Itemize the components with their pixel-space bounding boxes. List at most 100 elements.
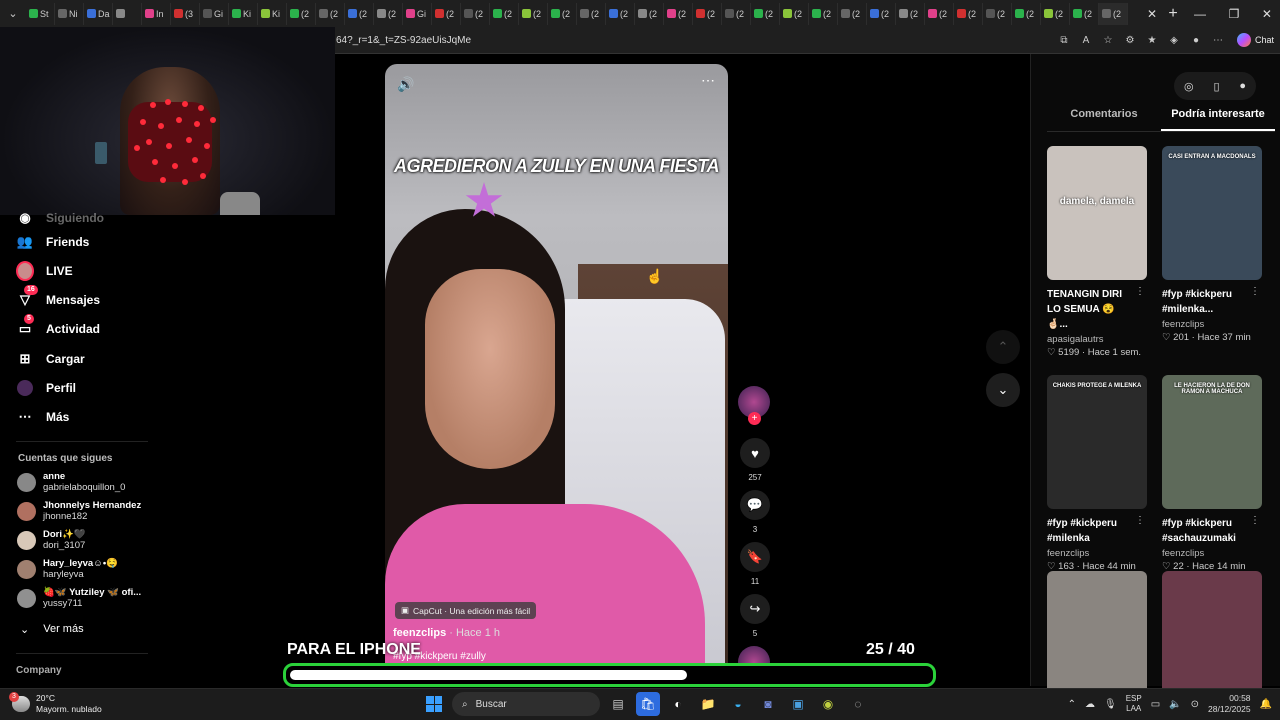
following-account[interactable]: 🍓🦋 Yutziley 🦋 ofi... yussy711 — [17, 587, 141, 609]
video-author[interactable]: feenzclips — [393, 627, 446, 639]
minimize-icon[interactable]: — — [1194, 7, 1206, 21]
video-thumbnail[interactable]: CASI ENTRAN A MACDONALS — [1162, 146, 1262, 280]
comment-button[interactable]: 💬 3 — [738, 490, 772, 534]
tab-you-may-like[interactable]: Podría interesarte — [1161, 108, 1275, 131]
browser-tab[interactable]: (3 — [171, 2, 200, 25]
new-tab-button[interactable]: + — [1160, 5, 1186, 23]
tab-close-icon[interactable]: ✕ — [1144, 7, 1160, 21]
previous-video-button[interactable]: ⌃ — [986, 330, 1020, 364]
browser-tab[interactable]: Gi — [200, 2, 229, 25]
volume-icon[interactable]: 🔊 — [397, 76, 414, 93]
shield-icon[interactable]: ◈ — [1167, 33, 1181, 47]
task-view-icon[interactable]: ▤ — [606, 692, 630, 716]
recommended-video-card[interactable] — [1047, 571, 1147, 705]
taskbar-search[interactable]: ⌕ Buscar — [452, 692, 600, 716]
open-in-app-icon[interactable]: ⧉ — [1057, 33, 1071, 47]
browser-tab[interactable]: (2 — [896, 2, 925, 25]
browser-tab[interactable]: (2 — [925, 2, 954, 25]
browser-tab[interactable]: (2 — [345, 2, 374, 25]
sidebar-item-friends[interactable]: 👥 Friends — [16, 233, 89, 251]
browser-tab[interactable]: (2 — [664, 2, 693, 25]
language-indicator[interactable]: ESP LAA — [1126, 694, 1142, 714]
favorites-icon[interactable]: ★ — [1145, 33, 1159, 47]
browser-tab[interactable]: Ki — [229, 2, 258, 25]
sidebar-item-more[interactable]: ⋯ Más — [16, 408, 70, 426]
sidebar-item-following-partial[interactable]: ◉ Siguiendo — [16, 209, 104, 227]
url-field[interactable]: 64?_r=1&_t=ZS-92aeUisJqMe — [336, 35, 1057, 46]
sidebar-item-messages[interactable]: ▽ 16 Mensajes — [16, 285, 100, 309]
capcut-tag[interactable]: ▣ CapCut · Una edición más fácil — [395, 602, 537, 619]
save-button[interactable]: 🔖 11 — [738, 542, 772, 586]
notification-icon[interactable]: 🔔 — [1260, 699, 1272, 710]
browser-tab[interactable]: (2 — [316, 2, 345, 25]
restore-icon[interactable]: ❐ — [1229, 7, 1240, 21]
video-more-icon[interactable]: ⋯ — [701, 72, 716, 89]
video-thumbnail[interactable]: CHAKIS PROTEGE A MILENKA — [1047, 375, 1147, 509]
user-avatar[interactable]: ● — [1239, 80, 1246, 92]
mic-icon[interactable]: 🎙 — [1104, 699, 1117, 710]
browser-tab[interactable]: (2 — [432, 2, 461, 25]
browser-tab[interactable]: (2 — [780, 2, 809, 25]
recommended-video-card[interactable] — [1162, 571, 1262, 705]
browser-tab[interactable]: Ni — [55, 2, 84, 25]
close-window-icon[interactable]: ✕ — [1262, 7, 1272, 21]
sidebar-item-profile[interactable]: Perfil — [16, 379, 76, 397]
following-account[interactable]: Hary_leyva☺︎•🤤 haryleyva — [17, 558, 118, 580]
browser-tab[interactable]: (2 — [867, 2, 896, 25]
share-button[interactable]: ↪ 5 — [738, 594, 772, 638]
card-author[interactable]: feenzclips — [1162, 548, 1262, 559]
browser-tab[interactable]: In — [142, 2, 171, 25]
windows-start-icon[interactable] — [422, 692, 446, 716]
following-account[interactable]: Jhonnelys Hernandez jhonne182 — [17, 500, 141, 522]
video-thumbnail[interactable] — [1162, 571, 1262, 705]
card-menu-icon[interactable]: ⋮ — [1250, 515, 1260, 526]
see-more-button[interactable]: ⌄ Ver más — [20, 623, 84, 636]
like-button[interactable]: ♥ 257 — [738, 438, 772, 482]
card-author[interactable]: feenzclips — [1047, 548, 1147, 559]
browser-tab[interactable]: (2 — [983, 2, 1012, 25]
browser-tab[interactable]: (2 — [519, 2, 548, 25]
profile-avatar[interactable]: ● — [1189, 33, 1203, 47]
recommended-video-card[interactable]: LE HACIERON LA DE DON RAMON A MACHUCA ⋮ #f… — [1162, 375, 1262, 572]
browser-tab[interactable]: (2 — [461, 2, 490, 25]
app-icon-2[interactable]: ◉ — [816, 692, 840, 716]
battery-icon[interactable]: ⊙ — [1191, 699, 1199, 710]
video-player[interactable]: 🔊 ⋯ AGREDIERON A ZULLY EN UNA FIESTA ▣ C… — [385, 64, 728, 676]
browser-tab[interactable]: (2 — [809, 2, 838, 25]
edge-icon[interactable]: ◒ — [726, 692, 750, 716]
follow-plus-icon[interactable]: + — [748, 412, 761, 425]
browser-tab[interactable]: (2 — [1070, 2, 1099, 25]
card-author[interactable]: apasigalautrs — [1047, 334, 1147, 345]
following-account[interactable]: anne gabrielaboquillon_0 — [17, 471, 125, 493]
browser-tab[interactable]: (2 — [1012, 2, 1041, 25]
translate-icon[interactable]: A — [1079, 33, 1093, 47]
browser-tab[interactable]: Da — [84, 2, 113, 25]
browser-tab[interactable]: (2 — [693, 2, 722, 25]
recommended-video-card[interactable]: damela, damela ⋮ TENANGIN DIRI LO SEMUA 😵 … — [1047, 146, 1147, 358]
video-thumbnail[interactable] — [1047, 571, 1147, 705]
browser-tab[interactable]: (2 — [635, 2, 664, 25]
browser-tab[interactable]: (2 — [577, 2, 606, 25]
weather-widget[interactable]: 3 20°C Mayorm. nublado — [9, 692, 102, 715]
menu-dots-icon[interactable]: ⋯ — [1211, 33, 1225, 47]
chevron-up-icon[interactable]: ⌃ — [1068, 699, 1076, 710]
sidebar-item-activity[interactable]: ▭ 5 Actividad — [16, 314, 100, 338]
company-link[interactable]: Company — [16, 665, 62, 676]
sidebar-item-upload[interactable]: ⊞ Cargar — [16, 350, 85, 368]
volume-tray-icon[interactable]: 🔈 — [1169, 699, 1181, 710]
next-video-button[interactable]: ⌄ — [986, 373, 1020, 407]
app-icon-3[interactable]: ◌ — [846, 692, 870, 716]
tab-comments[interactable]: Comentarios — [1047, 108, 1161, 131]
store-icon[interactable]: 🛍 — [636, 692, 660, 716]
card-author[interactable]: feenzclips — [1162, 319, 1262, 330]
browser-tab[interactable]: (2 — [838, 2, 867, 25]
browser-tab[interactable]: (2 — [954, 2, 983, 25]
copilot-app-icon[interactable]: ◐ — [666, 692, 690, 716]
browser-tab[interactable]: (2 — [751, 2, 780, 25]
browser-tab[interactable]: Ki — [258, 2, 287, 25]
browser-tab[interactable]: Gi — [403, 2, 432, 25]
browser-tab[interactable]: (2 — [722, 2, 751, 25]
browser-tab[interactable]: (2 — [606, 2, 635, 25]
video-thumbnail[interactable]: LE HACIERON LA DE DON RAMON A MACHUCA — [1162, 375, 1262, 509]
browser-tab[interactable]: (2 — [374, 2, 403, 25]
